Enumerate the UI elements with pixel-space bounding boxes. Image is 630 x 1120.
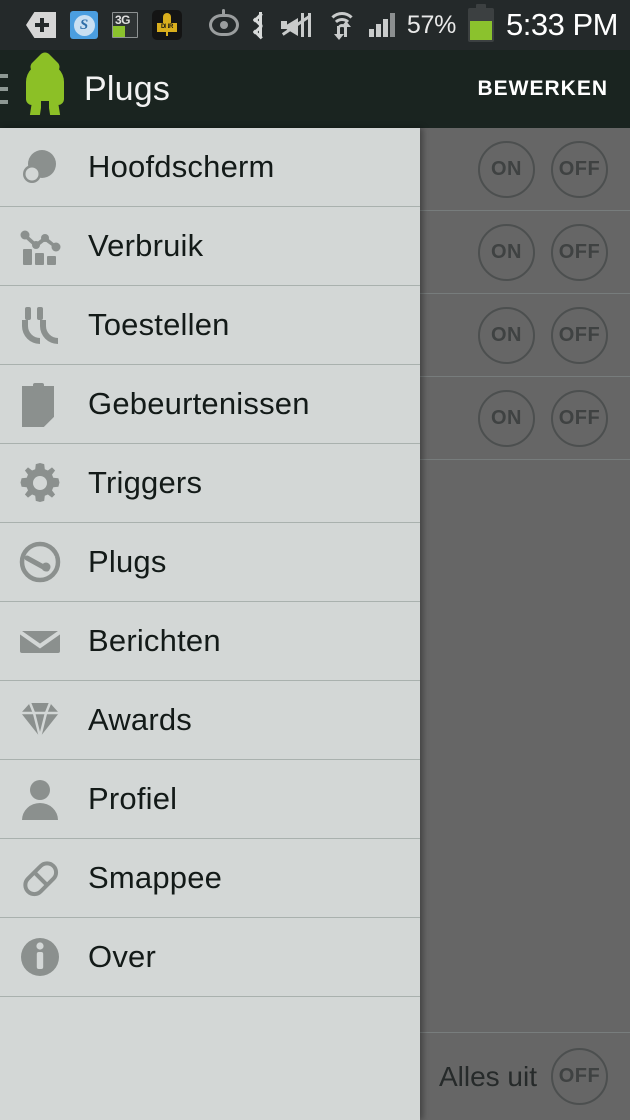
plugs-circle-icon bbox=[14, 536, 66, 588]
sidebar-item-label: Gebeurtenissen bbox=[88, 386, 310, 421]
person-icon bbox=[14, 773, 66, 825]
signal-bar-1 bbox=[368, 29, 374, 37]
smappee-logo-icon bbox=[18, 50, 72, 117]
all-off-label: Alles uit bbox=[438, 1060, 537, 1092]
page-title: Plugs bbox=[84, 69, 171, 108]
sidebar-item-smappee[interactable]: Smappee bbox=[0, 839, 420, 918]
battery-icon bbox=[468, 4, 495, 42]
drawer-empty-space bbox=[0, 997, 420, 1120]
dnr-recorder-icon: DNR bbox=[152, 10, 182, 40]
sidebar-item-toestellen[interactable]: Toestellen bbox=[0, 286, 420, 365]
sidebar-item-hoofdscherm[interactable]: Hoofdscherm bbox=[0, 128, 420, 207]
battery-percent-label: 57% bbox=[406, 10, 457, 39]
network-3g-label: 3G bbox=[115, 13, 131, 27]
hamburger-line-1 bbox=[0, 74, 8, 78]
sidebar-item-awards[interactable]: Awards bbox=[0, 681, 420, 760]
status-bar: S 3G DNR bbox=[0, 0, 630, 50]
status-bar-left-icons: S 3G DNR bbox=[26, 10, 182, 40]
plug-off-button[interactable]: OFF bbox=[551, 140, 608, 198]
sidebar-item-label: Toestellen bbox=[88, 307, 230, 342]
bluetooth-icon bbox=[251, 12, 269, 40]
app-bar: Plugs BEWERKEN bbox=[0, 50, 630, 128]
smappee-pill-icon bbox=[14, 852, 66, 904]
plug-on-button[interactable]: ON bbox=[478, 389, 535, 447]
skype-icon-letter: S bbox=[73, 14, 95, 36]
eye-pupil bbox=[219, 21, 228, 29]
sidebar-item-label: Triggers bbox=[88, 465, 203, 500]
clock-label: 5:33 PM bbox=[506, 7, 618, 42]
smart-stay-eye-icon bbox=[208, 9, 239, 36]
plug-off-button[interactable]: OFF bbox=[551, 223, 608, 281]
vibrate-wave-1 bbox=[300, 13, 304, 37]
sidebar-item-berichten[interactable]: Berichten bbox=[0, 602, 420, 681]
sidebar-item-label: Hoofdscherm bbox=[88, 149, 275, 184]
plug-on-button[interactable]: ON bbox=[478, 223, 535, 281]
hamburger-line-2 bbox=[0, 87, 8, 91]
network-3g-fill bbox=[113, 26, 125, 37]
sidebar-item-label: Awards bbox=[88, 702, 193, 737]
sidebar-item-label: Smappee bbox=[88, 860, 223, 895]
skype-icon: S bbox=[70, 11, 98, 39]
dashboard-icon bbox=[14, 141, 66, 193]
sidebar-item-label: Verbruik bbox=[88, 228, 204, 263]
plug-off-button[interactable]: OFF bbox=[551, 306, 608, 364]
all-off-button[interactable]: OFF bbox=[551, 1048, 608, 1105]
info-icon bbox=[14, 931, 66, 983]
sidebar-item-verbruik[interactable]: Verbruik bbox=[0, 207, 420, 286]
events-clipboard-icon bbox=[14, 378, 66, 430]
wifi-up-stem bbox=[343, 26, 347, 37]
sidebar-item-label: Over bbox=[88, 939, 156, 974]
add-tag-icon bbox=[26, 12, 56, 38]
wifi-down-head bbox=[333, 34, 344, 40]
edit-button[interactable]: BEWERKEN bbox=[477, 77, 608, 101]
sound-mute-vibrate-icon bbox=[280, 12, 315, 38]
consumption-chart-icon bbox=[14, 220, 66, 272]
plug-on-button[interactable]: ON bbox=[478, 306, 535, 364]
sidebar-item-profiel[interactable]: Profiel bbox=[0, 760, 420, 839]
sidebar-item-triggers[interactable]: Triggers bbox=[0, 444, 420, 523]
envelope-icon bbox=[14, 615, 66, 667]
signal-bar-2 bbox=[375, 24, 381, 37]
hamburger-menu-icon[interactable] bbox=[0, 74, 8, 104]
wifi-icon bbox=[326, 11, 357, 40]
hamburger-line-3 bbox=[0, 100, 8, 104]
logo-leg-right bbox=[47, 101, 61, 115]
cellular-signal-icon bbox=[368, 13, 395, 37]
signal-bar-4 bbox=[389, 13, 395, 37]
network-3g-icon: 3G bbox=[112, 12, 138, 38]
sidebar-item-label: Profiel bbox=[88, 781, 178, 816]
plug-on-button[interactable]: ON bbox=[478, 140, 535, 198]
sidebar-item-label: Plugs bbox=[88, 544, 167, 579]
status-bar-right-icons: 57% 5:33 PM bbox=[208, 4, 618, 43]
dnr-mic-stem bbox=[166, 23, 168, 36]
logo-body bbox=[26, 63, 64, 105]
diamond-icon bbox=[14, 694, 66, 746]
sidebar-item-plugs[interactable]: Plugs bbox=[0, 523, 420, 602]
signal-bar-3 bbox=[382, 19, 388, 37]
battery-fill bbox=[470, 21, 493, 40]
navigation-drawer: Hoofdscherm Verbruik Toestellen Gebeurte… bbox=[0, 128, 420, 1120]
logo-leg-gap bbox=[41, 101, 49, 115]
appliances-plug-icon bbox=[14, 299, 66, 351]
sidebar-item-gebeurtenissen[interactable]: Gebeurtenissen bbox=[0, 365, 420, 444]
gear-icon bbox=[14, 457, 66, 509]
sidebar-item-label: Berichten bbox=[88, 623, 221, 658]
plug-off-button[interactable]: OFF bbox=[551, 389, 608, 447]
sidebar-item-over[interactable]: Over bbox=[0, 918, 420, 997]
wifi-up-head bbox=[340, 21, 351, 27]
